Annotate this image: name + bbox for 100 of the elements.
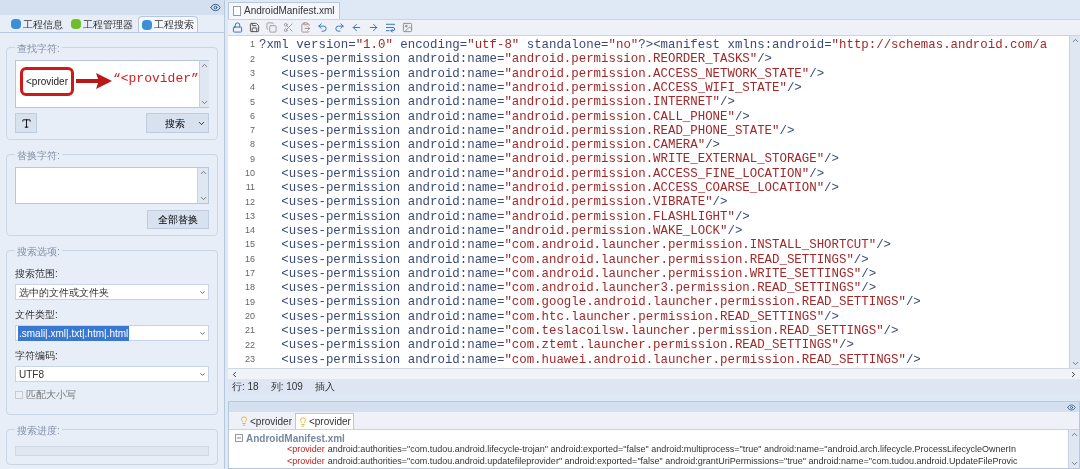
scroll-left-icon[interactable] — [230, 369, 239, 379]
font-button[interactable] — [15, 113, 37, 133]
code-line: <uses-permission android:name="android.permission.ACCESS_WIFI_STATE"/> — [280, 80, 802, 95]
search-button[interactable]: 搜索 — [146, 113, 209, 133]
result-tab[interactable]: <provider — [237, 413, 294, 429]
match-text: android:authorities="com.tudou.android.updatefileprovider" android:exported="false" android:grantUriPermissions="true" android:name="com.tudou.android.UpdateFileProvic — [327, 456, 1018, 468]
code-line: <uses-permission android:name="android.permission.REORDER_TASKS"/> — [280, 52, 773, 67]
back-icon[interactable] — [351, 21, 362, 33]
field-label: 文件类型: — [15, 308, 59, 322]
result-file[interactable]: AndroidManifest.xml — [246, 430, 345, 446]
dropdown[interactable]: 选中的文件或文件夹 — [15, 284, 209, 300]
code-line: <uses-permission android:name="android.permission.INTERNET"/> — [280, 95, 735, 110]
field-label: 字符编码: — [15, 349, 59, 363]
caret-icon — [199, 288, 206, 296]
line-number: 8 — [249, 138, 256, 152]
code-line: <uses-permission android:name="android.permission.ACCESS_NETWORK_STATE"/> — [280, 66, 825, 81]
file-tab[interactable]: AndroidManifest.xml — [228, 1, 340, 19]
status-line: 行: 18 — [232, 379, 259, 394]
caret-icon — [199, 370, 206, 378]
code-line: <uses-permission android:name="android.permission.READ_PHONE_STATE"/> — [280, 123, 795, 138]
file-icon — [233, 5, 241, 16]
code-line: <uses-permission android:name="android.permission.ACCESS_COARSE_LOCATION"/> — [280, 181, 839, 196]
line-number: 7 — [249, 124, 256, 138]
undo-icon[interactable] — [317, 21, 328, 33]
dropdown-value: .smali|.xml|.txt|.htm|.html — [18, 325, 130, 341]
code-line: ?xml version="1.0" encoding="utf-8" standalone="no"?><manifest xmlns:android="http://schemas.android.com/a — [259, 38, 1048, 53]
result-row[interactable]: <provider android:authorities="com.tudou.android.updatefileprovider" android:exported="false" android:grantUriPermissions="true" android:name="com.tudou.android.UpdateFileProvic — [229, 456, 1068, 468]
replace-all-button[interactable]: 全部替换 — [147, 210, 209, 229]
redo-icon[interactable] — [334, 21, 345, 33]
line-number: 13 — [244, 209, 256, 223]
tab[interactable]: 工程搜索 — [138, 16, 198, 32]
code-line: <uses-permission android:name="com.google.android.launcher.permission.READ_SETTINGS"/> — [280, 295, 921, 310]
line-number: 2 — [249, 52, 256, 66]
group-title: 查找字符: — [15, 41, 62, 56]
line-number: 16 — [244, 252, 256, 266]
code-line: <uses-permission android:name="com.android.launcher.permission.READ_SETTINGS"/> — [280, 252, 869, 267]
group-title: 搜索进度: — [15, 423, 62, 438]
line-number: 20 — [244, 309, 256, 323]
code-line: <uses-permission android:name="android.permission.VIBRATE"/> — [280, 195, 728, 210]
line-number: 14 — [244, 224, 256, 238]
code-line: <uses-permission android:name="android.permission.CAMERA"/> — [280, 138, 720, 153]
code-line: <uses-permission android:name="com.huawei.android.launcher.permission.READ_SETTINGS"/> — [280, 352, 921, 367]
copy-icon[interactable] — [266, 21, 277, 33]
match-tag: <provider — [287, 456, 325, 468]
status-mode: 插入 — [314, 379, 335, 394]
code-line: <uses-permission android:name="com.htc.launcher.permission.READ_SETTINGS"/> — [280, 309, 839, 324]
line-number: 19 — [244, 295, 256, 309]
line-number: 3 — [249, 66, 256, 80]
code-line: <uses-permission android:name="com.android.launcher.permission.WRITE_SETTINGS"/> — [280, 266, 877, 281]
code-line: <uses-permission android:name="android.permission.CALL_PHONE"/> — [280, 109, 750, 124]
scroll-down-icon[interactable] — [1069, 459, 1079, 468]
line-number: 6 — [249, 109, 256, 123]
dropdown[interactable]: .smali|.xml|.txt|.htm|.html — [15, 325, 209, 341]
group-title: 替换字符: — [15, 148, 62, 163]
checkbox[interactable] — [15, 390, 23, 399]
lock-icon[interactable] — [232, 21, 243, 33]
status-column: 列: 109 — [270, 378, 303, 394]
wrap-icon[interactable] — [385, 21, 396, 33]
group-title: 搜索选项: — [15, 244, 62, 259]
dropdown[interactable]: UTF8 — [15, 366, 209, 382]
font-icon — [20, 117, 32, 129]
lightbulb-icon — [239, 416, 249, 426]
eye-icon[interactable] — [1067, 402, 1076, 412]
scroll-up-icon[interactable] — [1069, 430, 1079, 439]
caret-icon — [199, 329, 206, 337]
scroll-right-icon[interactable] — [1069, 369, 1078, 379]
checkbox-label: 匹配大小写 — [26, 388, 76, 402]
dropdown-value: 选中的文件或文件夹 — [18, 285, 110, 300]
line-number: 21 — [244, 324, 256, 338]
eye-icon[interactable] — [210, 2, 221, 13]
line-number: 12 — [244, 195, 256, 209]
paste-icon[interactable] — [300, 21, 311, 33]
line-number: 10 — [244, 167, 256, 180]
collapse-icon[interactable] — [235, 434, 243, 442]
field-label: 搜索范围: — [15, 267, 59, 281]
code-line: <uses-permission android:name="android.permission.ACCESS_FINE_LOCATION"/> — [280, 166, 825, 181]
line-number: 9 — [249, 152, 256, 166]
line-number: 15 — [244, 238, 256, 252]
dropdown-value: UTF8 — [18, 367, 45, 382]
line-number: 23 — [244, 352, 256, 366]
code-line: <uses-permission android:name="com.android.launcher.permission.INSTALL_SHORTCUT"/> — [280, 238, 892, 253]
line-number: 17 — [244, 267, 256, 281]
tab[interactable]: 工程信息 — [8, 16, 66, 32]
result-tab[interactable]: <provider — [294, 413, 354, 429]
tab[interactable]: 工程管理器 — [68, 16, 136, 32]
line-number: 4 — [249, 81, 256, 95]
forward-icon[interactable] — [368, 21, 379, 33]
save-icon[interactable] — [249, 21, 260, 33]
code-line: <uses-permission android:name="com.android.launcher3.permission.READ_SETTINGS"/> — [280, 281, 877, 296]
cut-icon[interactable] — [283, 21, 294, 33]
code-line: <uses-permission android:name="android.permission.WAKE_LOCK"/> — [280, 223, 743, 238]
result-row[interactable]: <provider android:authorities="com.tudou.android.lifecycle-trojan" android:exported="false" android:multiprocess="true" android:name="android.arch.lifecycle.ProcessLifecycleOwnerIn — [229, 444, 1068, 456]
code-line: <uses-permission android:name="android.permission.WRITE_EXTERNAL_STORAGE"/> — [280, 152, 839, 167]
line-number: 1 — [249, 38, 256, 52]
image-icon[interactable] — [402, 21, 413, 33]
code-line: <uses-permission android:name="android.permission.FLASHLIGHT"/> — [280, 209, 750, 224]
line-number: 18 — [244, 281, 256, 295]
line-number: 5 — [249, 95, 256, 109]
match-text: android:authorities="com.tudou.android.lifecycle-trojan" android:exported="false" android:multiprocess="true" android:name="android.arch.lifecycle.ProcessLifecycleOwnerIn — [327, 444, 1016, 456]
code-line: <uses-permission android:name="com.teslacoilsw.launcher.permission.READ_SETTINGS"/> — [280, 324, 899, 338]
